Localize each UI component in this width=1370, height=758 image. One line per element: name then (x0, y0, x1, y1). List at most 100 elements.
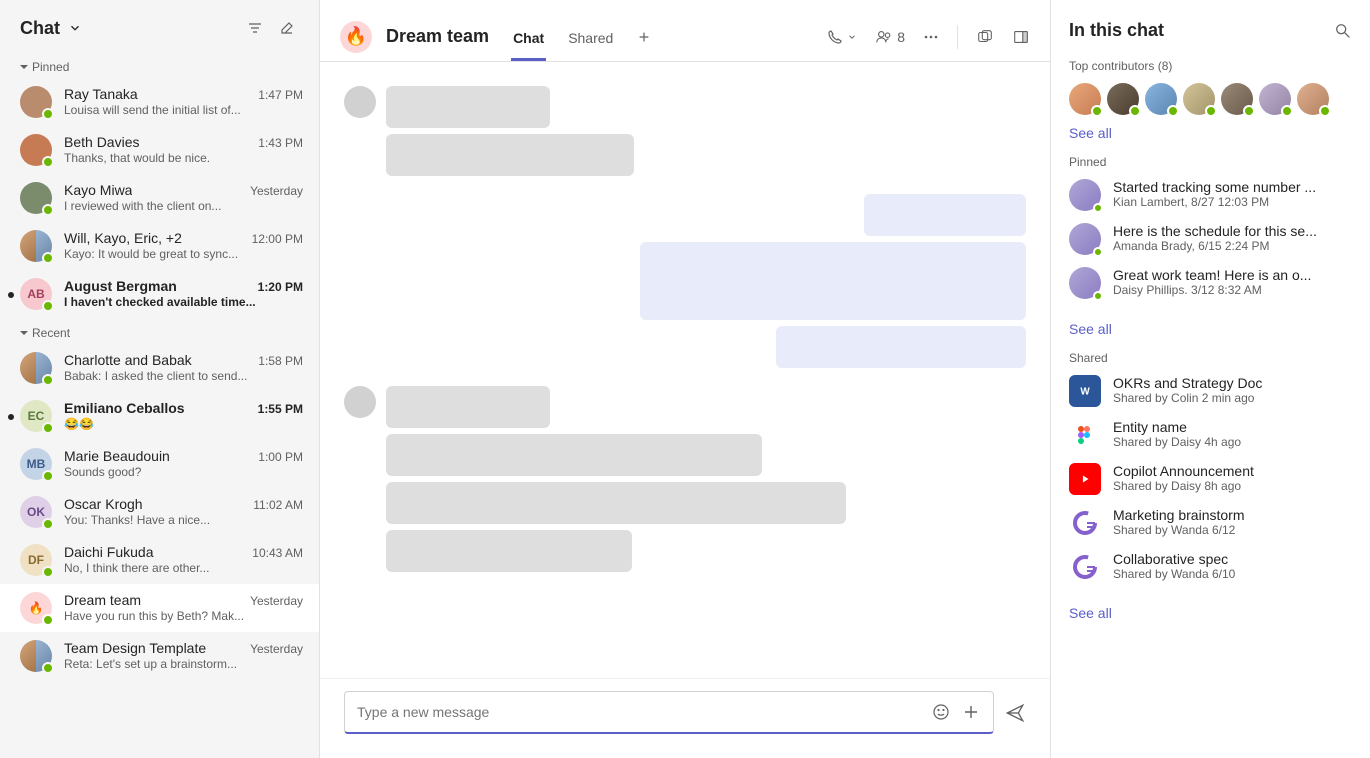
message-bubble[interactable] (386, 530, 632, 572)
chat-list-item[interactable]: Kayo Miwa Yesterday I reviewed with the … (0, 174, 319, 222)
chat-time: 1:47 PM (258, 88, 303, 102)
message-bubble[interactable] (640, 242, 1026, 320)
chat-list-item[interactable]: MB Marie Beaudouin 1:00 PM Sounds good? (0, 440, 319, 488)
chat-list-item[interactable]: Ray Tanaka 1:47 PM Louisa will send the … (0, 78, 319, 126)
chat-name: Will, Kayo, Eric, +2 (64, 230, 182, 246)
chat-list-item[interactable]: DF Daichi Fukuda 10:43 AM No, I think th… (0, 536, 319, 584)
message-bubble[interactable] (386, 134, 634, 176)
chat-avatar (20, 352, 52, 384)
message-group-outgoing (344, 194, 1026, 368)
chat-avatar: AB (20, 278, 52, 310)
chat-list-item[interactable]: Team Design Template Yesterday Reta: Let… (0, 632, 319, 680)
chat-avatar: 🔥 (20, 592, 52, 624)
see-all-contributors-link[interactable]: See all (1069, 125, 1112, 141)
contributor-avatar[interactable] (1145, 83, 1177, 115)
tab-chat[interactable]: Chat (511, 20, 546, 61)
chat-list-item[interactable]: Beth Davies 1:43 PM Thanks, that would b… (0, 126, 319, 174)
pinned-message-item[interactable]: Started tracking some number ... Kian La… (1069, 179, 1352, 211)
chat-title: Dream team (386, 26, 489, 47)
right-panel-title: In this chat (1069, 20, 1164, 41)
sender-avatar (344, 86, 376, 118)
chat-avatar (20, 230, 52, 262)
chat-sidebar: Chat Pinned Ray Tanaka 1:47 PM Louisa wi… (0, 0, 320, 758)
chat-preview: Babak: I asked the client to send... (64, 369, 303, 383)
tab-shared[interactable]: Shared (566, 20, 615, 61)
chat-name: Charlotte and Babak (64, 352, 192, 368)
chat-list-item[interactable]: OK Oscar Krogh 11:02 AM You: Thanks! Hav… (0, 488, 319, 536)
see-all-pinned-link[interactable]: See all (1069, 321, 1112, 337)
shared-file-item[interactable]: Marketing brainstorm Shared by Wanda 6/1… (1069, 507, 1352, 539)
shared-label: Shared (1069, 351, 1352, 365)
pinned-message-item[interactable]: Great work team! Here is an o... Daisy P… (1069, 267, 1352, 299)
chat-name: Team Design Template (64, 640, 206, 656)
more-options-button[interactable] (923, 29, 939, 45)
message-input-box[interactable] (344, 691, 994, 734)
pinned-message-title: Great work team! Here is an o... (1113, 267, 1352, 283)
see-all-shared-link[interactable]: See all (1069, 605, 1112, 621)
pinned-message-meta: Daisy Phillips. 3/12 8:32 AM (1113, 283, 1352, 297)
message-input[interactable] (357, 704, 921, 720)
participants-button[interactable]: 8 (875, 28, 905, 46)
shared-file-title: Entity name (1113, 419, 1352, 435)
shared-file-item[interactable]: Copilot Announcement Shared by Daisy 8h … (1069, 463, 1352, 495)
shared-file-title: Copilot Announcement (1113, 463, 1352, 479)
contributor-avatar[interactable] (1107, 83, 1139, 115)
chat-time: 1:43 PM (258, 136, 303, 150)
pinned-section-header[interactable]: Pinned (0, 52, 319, 78)
contributor-avatar[interactable] (1221, 83, 1253, 115)
chat-preview: Thanks, that would be nice. (64, 151, 303, 165)
message-bubble[interactable] (864, 194, 1026, 236)
unread-dot (8, 414, 14, 420)
pinned-message-item[interactable]: Here is the schedule for this se... Aman… (1069, 223, 1352, 255)
chat-list-item[interactable]: Will, Kayo, Eric, +2 12:00 PM Kayo: It w… (0, 222, 319, 270)
shared-file-meta: Shared by Wanda 6/12 (1113, 523, 1352, 537)
pinned-messages-list: Started tracking some number ... Kian La… (1069, 179, 1352, 299)
shared-file-item[interactable]: Entity name Shared by Daisy 4h ago (1069, 419, 1352, 451)
send-button[interactable] (1004, 702, 1026, 724)
chevron-down-icon[interactable] (68, 21, 82, 35)
contributor-avatar[interactable] (1183, 83, 1215, 115)
chat-list-item[interactable]: Charlotte and Babak 1:58 PM Babak: I ask… (0, 344, 319, 392)
chat-name: August Bergman (64, 278, 177, 294)
panel-toggle-icon[interactable] (1012, 28, 1030, 46)
tabs: Chat Shared (511, 20, 653, 61)
shared-files-list: W OKRs and Strategy Doc Shared by Colin … (1069, 375, 1352, 583)
message-bubble[interactable] (776, 326, 1026, 368)
chat-list-item[interactable]: EC Emiliano Ceballos 1:55 PM 😂😂 (0, 392, 319, 440)
chat-preview: No, I think there are other... (64, 561, 303, 575)
chat-list-item[interactable]: AB August Bergman 1:20 PM I haven't chec… (0, 270, 319, 318)
message-bubble[interactable] (386, 86, 550, 128)
contributor-avatar[interactable] (1259, 83, 1291, 115)
shared-file-item[interactable]: Collaborative spec Shared by Wanda 6/10 (1069, 551, 1352, 583)
svg-text:W: W (1080, 387, 1090, 398)
chat-time: 10:43 AM (252, 546, 303, 560)
contributor-avatar[interactable] (1069, 83, 1101, 115)
recent-section-header[interactable]: Recent (0, 318, 319, 344)
filter-icon[interactable] (243, 16, 267, 40)
copilot-icon[interactable] (976, 28, 994, 46)
chat-avatar (20, 182, 52, 214)
add-tab-button[interactable] (635, 20, 653, 61)
shared-file-item[interactable]: W OKRs and Strategy Doc Shared by Colin … (1069, 375, 1352, 407)
message-bubble[interactable] (386, 386, 550, 428)
add-attachment-icon[interactable] (961, 702, 981, 722)
emoji-icon[interactable] (931, 702, 951, 722)
search-icon[interactable] (1334, 22, 1352, 40)
pinned-message-title: Here is the schedule for this se... (1113, 223, 1352, 239)
messages-area (320, 62, 1050, 678)
pinned-message-meta: Kian Lambert, 8/27 12:03 PM (1113, 195, 1352, 209)
call-button[interactable] (827, 29, 857, 45)
chat-list-item[interactable]: 🔥 Dream team Yesterday Have you run this… (0, 584, 319, 632)
shared-file-meta: Shared by Daisy 4h ago (1113, 435, 1352, 449)
chat-preview: You: Thanks! Have a nice... (64, 513, 303, 527)
chat-name: Beth Davies (64, 134, 139, 150)
compose-icon[interactable] (275, 16, 299, 40)
sender-avatar (344, 386, 376, 418)
contributor-avatar[interactable] (1297, 83, 1329, 115)
chat-avatar (20, 86, 52, 118)
chat-time: 11:02 AM (253, 498, 303, 512)
main-area: 🔥 Dream team Chat Shared 8 (320, 0, 1050, 758)
message-bubble[interactable] (386, 482, 846, 524)
message-bubble[interactable] (386, 434, 762, 476)
chat-preview: Have you run this by Beth? Mak... (64, 609, 303, 623)
